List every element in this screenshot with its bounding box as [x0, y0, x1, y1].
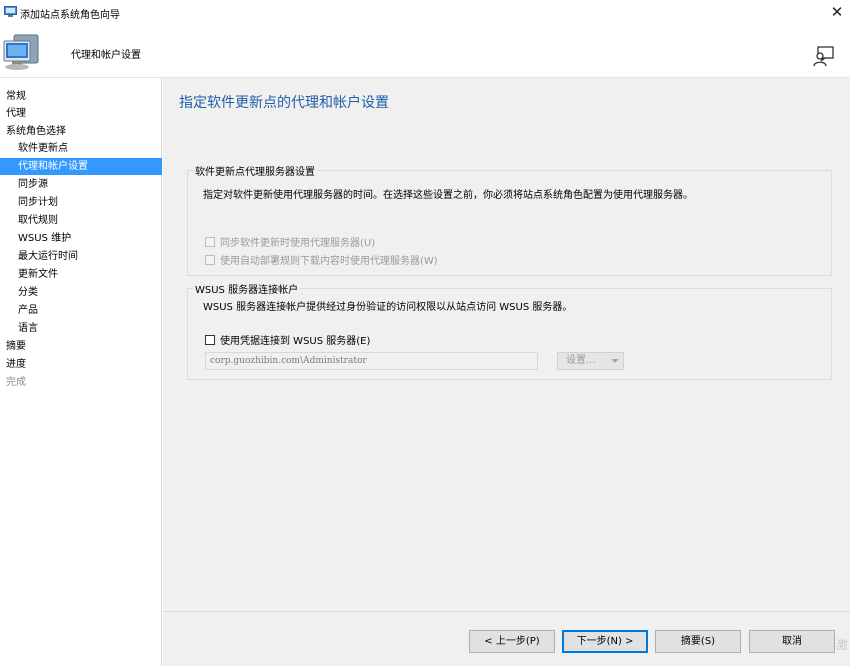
help-person-icon[interactable] [812, 44, 836, 68]
page-title: 指定软件更新点的代理和帐户设置 [179, 95, 389, 111]
sync-proxy-label: 同步软件更新时使用代理服务器(U) [220, 238, 376, 249]
sidebar-item-general[interactable]: 常规 [6, 88, 26, 105]
close-icon[interactable]: ✕ [826, 2, 848, 22]
deploy-proxy-label: 使用自动部署规则下载内容时使用代理服务器(W) [220, 256, 438, 267]
sidebar-item-role-selection[interactable]: 系统角色选择 [6, 123, 66, 140]
sidebar-item-proxy[interactable]: 代理 [6, 105, 26, 122]
sidebar-item-software-update-point[interactable]: 软件更新点 [18, 140, 68, 157]
wizard-content: 指定软件更新点的代理和帐户设置 软件更新点代理服务器设置 指定对软件更新使用代理… [163, 78, 850, 611]
computer-icon [3, 34, 39, 70]
proxy-group-title: 软件更新点代理服务器设置 [193, 163, 317, 178]
window-title: 添加站点系统角色向导 [20, 10, 120, 21]
set-account-button[interactable]: 设置... [557, 352, 624, 370]
use-credentials-checkbox[interactable]: 使用凭据连接到 WSUS 服务器(E) [205, 332, 370, 347]
sidebar-item-max-run-time[interactable]: 最大运行时间 [18, 248, 78, 265]
sync-proxy-checkbox[interactable]: 同步软件更新时使用代理服务器(U) [205, 234, 375, 249]
cancel-button[interactable]: 取消 [749, 630, 835, 653]
sidebar-item-summary[interactable]: 摘要 [6, 338, 26, 355]
wizard-footer: < 上一步(P) 下一步(N) > 摘要(S) 取消 [163, 611, 850, 666]
back-button[interactable]: < 上一步(P) [469, 630, 555, 653]
deploy-proxy-checkbox[interactable]: 使用自动部署规则下载内容时使用代理服务器(W) [205, 252, 438, 267]
sidebar-item-update-files[interactable]: 更新文件 [18, 266, 58, 283]
window-titlebar: 添加站点系统角色向导 ✕ [0, 0, 850, 26]
account-field[interactable]: corp.guozhibin.com\Administrator [205, 352, 538, 370]
wizard-sidebar: 常规 代理 系统角色选择 软件更新点 代理和帐户设置 同步源 同步计划 取代规则… [0, 78, 162, 666]
sidebar-item-languages[interactable]: 语言 [18, 320, 38, 337]
sidebar-item-proxy-account-settings[interactable]: 代理和帐户设置 [0, 158, 162, 175]
wsus-group-title: WSUS 服务器连接帐户 [193, 281, 301, 296]
sidebar-item-products[interactable]: 产品 [18, 302, 38, 319]
sidebar-item-classifications[interactable]: 分类 [18, 284, 38, 301]
checkbox-box[interactable] [205, 254, 215, 265]
wizard-app-icon [4, 6, 17, 17]
summary-button[interactable]: 摘要(S) [655, 630, 741, 653]
sidebar-item-sync-source[interactable]: 同步源 [18, 176, 48, 193]
activation-watermark: 激 [836, 638, 849, 652]
wizard-header: 代理和帐户设置 [0, 26, 850, 78]
sidebar-item-supersedence-rules[interactable]: 取代规则 [18, 212, 58, 229]
use-credentials-label: 使用凭据连接到 WSUS 服务器(E) [220, 336, 371, 347]
checkbox-box[interactable] [205, 334, 215, 345]
header-title: 代理和帐户设置 [71, 50, 141, 61]
next-button[interactable]: 下一步(N) > [562, 630, 648, 653]
sidebar-item-wsus-maintenance[interactable]: WSUS 维护 [18, 230, 71, 247]
sidebar-item-sync-schedule[interactable]: 同步计划 [18, 194, 58, 211]
proxy-description: 指定对软件更新使用代理服务器的时间。在选择这些设置之前，你必须将站点系统角色配置… [203, 190, 693, 201]
set-account-label: 设置... [566, 355, 596, 366]
wsus-description: WSUS 服务器连接帐户提供经过身份验证的访问权限以从站点访问 WSUS 服务器… [203, 302, 573, 313]
checkbox-box[interactable] [205, 236, 215, 247]
sidebar-item-progress[interactable]: 进度 [6, 356, 26, 373]
chevron-down-icon [611, 359, 619, 363]
sidebar-item-completion: 完成 [6, 377, 26, 388]
